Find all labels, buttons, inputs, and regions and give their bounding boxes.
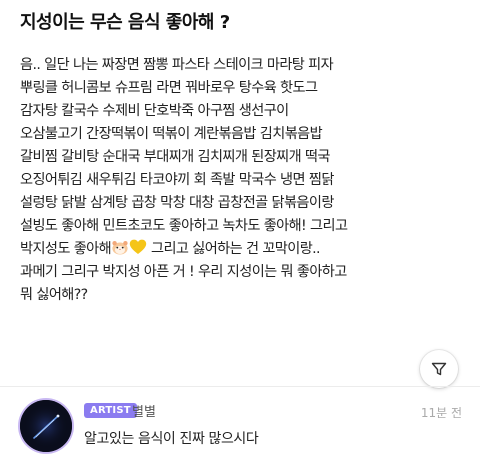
hamster-icon (112, 241, 128, 255)
reply-text: 알고있는 음식이 진짜 많으시다 (84, 431, 259, 447)
post-line: 음.. 일단 나는 짜장면 짬뽕 파스타 스테이크 마라탕 피자 (20, 57, 334, 73)
avatar[interactable] (20, 400, 72, 452)
post-line: 오징어튀김 새우튀김 타코야끼 회 족발 막국수 냉면 찜닭 (20, 172, 334, 188)
post-line: 뿌링클 허니콤보 슈프림 라면 꿔바로우 탕수육 핫도그 (20, 80, 318, 96)
artist-badge: ARTIST (84, 403, 137, 418)
post-line: 감자탕 칼국수 수제비 단호박죽 아구찜 생선구이 (20, 103, 289, 119)
post-title: 지성이는 무슨 음식 좋아해 ? (20, 12, 230, 33)
reply-author[interactable]: 별별 (132, 401, 156, 420)
avatar-image (20, 400, 72, 452)
post-line-end: 그리고 싫어하는 건 꼬막이랑.. (147, 241, 321, 257)
post-line: 오삼불고기 간장떡볶이 떡볶이 계란볶음밥 김치볶음밥 (20, 126, 323, 142)
reply-time: 11분 전 (420, 406, 462, 420)
post-line: 설빙도 좋아해 민트초코도 좋아하고 녹차도 좋아해! 그리고 (20, 218, 348, 234)
divider (0, 386, 480, 387)
filter-button[interactable] (420, 350, 458, 388)
post-line: 과메기 그리구 박지성 아픈 거 ! 우리 지성이는 뭐 좋아하고 (20, 264, 347, 280)
post-line: 설렁탕 닭발 삼계탕 곱창 막창 대창 곱창전골 닭볶음이랑 (20, 195, 334, 211)
post-body: 음.. 일단 나는 짜장면 짬뽕 파스타 스테이크 마라탕 피자 뿌링클 허니콤… (20, 54, 466, 307)
post-line: 뭐 싫어해?? (20, 287, 88, 303)
filter-icon (431, 362, 447, 376)
yellow-heart-icon (129, 239, 147, 254)
post-line: 갈비찜 갈비탕 순대국 부대찌개 김치찌개 된장찌개 떡국 (20, 149, 330, 165)
post-line-with-emoji: 박지성도 좋아해 그리고 싫어하는 건 꼬막이랑.. (20, 238, 466, 261)
post-line-start: 박지성도 좋아해 (20, 241, 112, 257)
